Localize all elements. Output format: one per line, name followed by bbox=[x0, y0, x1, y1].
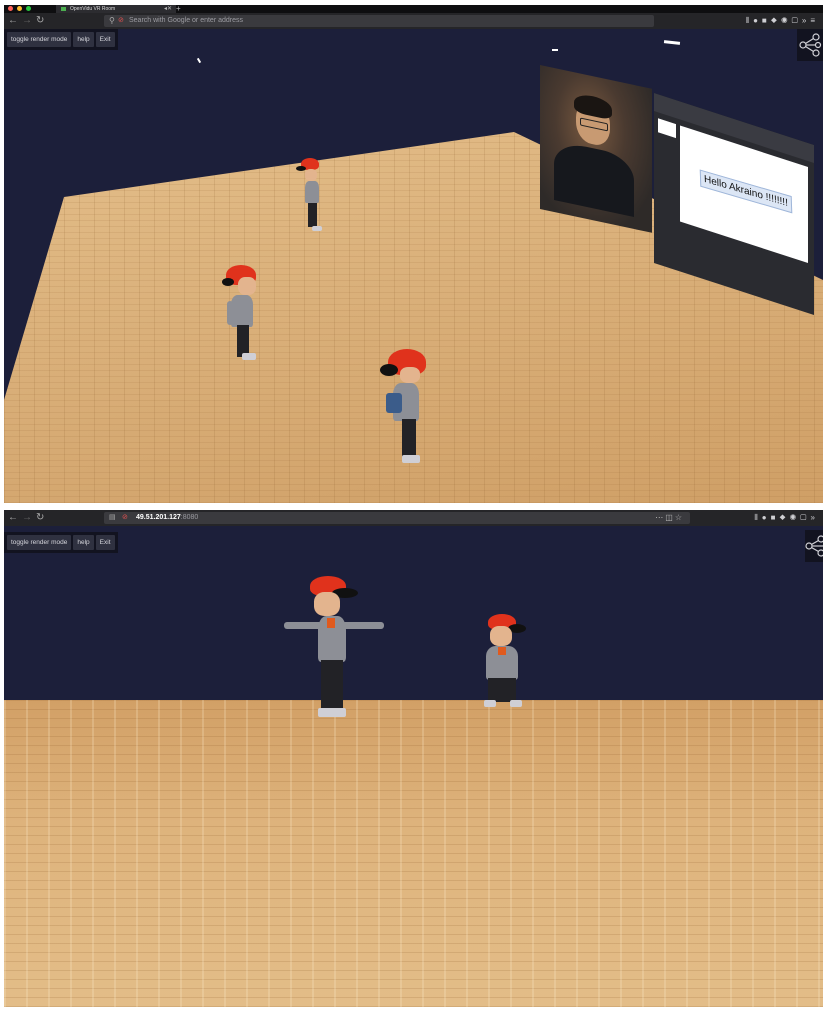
toggle-render-mode-button[interactable]: toggle render mode bbox=[7, 535, 72, 550]
overflow-icon[interactable]: » bbox=[811, 513, 819, 522]
webcam-video-panel bbox=[540, 65, 652, 233]
info-icon[interactable]: ● bbox=[753, 16, 762, 25]
avatar bbox=[478, 614, 534, 718]
avatar bbox=[376, 347, 436, 471]
tracking-shield-icon: ⊘ bbox=[122, 514, 128, 521]
wooden-floor bbox=[4, 700, 823, 1007]
avatar bbox=[296, 158, 326, 238]
avatar bbox=[218, 263, 268, 371]
share-network-icon bbox=[799, 33, 822, 57]
nav-bar: ← → ↻ ▤ ⊘ 49.51.201.127:8080 ⋯◫☆ ⫴●■◆◉▢» bbox=[4, 510, 823, 526]
browser-chrome: ← → ↻ ▤ ⊘ 49.51.201.127:8080 ⋯◫☆ ⫴●■◆◉▢» bbox=[4, 510, 823, 526]
floating-particle bbox=[196, 57, 202, 64]
chat-icon[interactable]: ▢ bbox=[791, 16, 801, 25]
toolbar-icons: ⫴●■◆◉▢» bbox=[754, 511, 819, 525]
zoom-window-button[interactable] bbox=[26, 6, 31, 11]
reload-icon[interactable]: ↻ bbox=[36, 511, 44, 525]
help-button[interactable]: help bbox=[73, 32, 94, 47]
nav-bar: ← → ↻ ⚲ ⊘ Search with Google or enter ad… bbox=[4, 13, 823, 29]
address-bar[interactable]: ▤ ⊘ 49.51.201.127:8080 ⋯◫☆ bbox=[104, 512, 690, 524]
info-icon[interactable]: ● bbox=[762, 513, 771, 522]
scene-button-bar: toggle render mode help Exit bbox=[4, 29, 118, 50]
back-icon[interactable]: ← bbox=[8, 511, 18, 525]
tab-close-icon[interactable]: ◂✕ bbox=[164, 5, 172, 13]
back-icon[interactable]: ← bbox=[8, 14, 18, 28]
extension-icon[interactable]: ◆ bbox=[779, 513, 789, 522]
toolbar-icons: ⫴●■◆◉▢»≡ bbox=[746, 14, 819, 28]
scene-button-bar: toggle render mode help Exit bbox=[4, 532, 118, 553]
browser-chrome: OpenVidu VR Room ◂✕ + ← → ↻ ⚲ ⊘ Search w… bbox=[4, 5, 823, 29]
address-bar[interactable]: ⚲ ⊘ Search with Google or enter address bbox=[104, 15, 654, 27]
slide-text: Hello Akraino !!!!!!!! bbox=[699, 169, 793, 214]
tracking-shield-icon: ⊘ bbox=[118, 17, 124, 24]
page-actions-icons[interactable]: ⋯◫☆ bbox=[655, 512, 684, 524]
floating-particle bbox=[552, 49, 558, 51]
share-network-icon bbox=[805, 535, 823, 557]
slide-thumbnail bbox=[658, 118, 676, 139]
url-host: 49.51.201.127 bbox=[136, 514, 181, 521]
tab-strip: OpenVidu VR Room ◂✕ + bbox=[4, 5, 823, 13]
reload-icon[interactable]: ↻ bbox=[36, 14, 44, 28]
profile-icon[interactable]: ◉ bbox=[790, 513, 800, 522]
search-icon: ⚲ bbox=[109, 16, 115, 25]
site-info-icon: ▤ bbox=[109, 514, 116, 521]
avatar bbox=[280, 576, 388, 726]
share-network-button[interactable] bbox=[797, 29, 823, 61]
help-button[interactable]: help bbox=[73, 535, 94, 550]
close-window-button[interactable] bbox=[8, 6, 13, 11]
tab-title: OpenVidu VR Room bbox=[70, 6, 116, 12]
minimize-window-button[interactable] bbox=[17, 6, 22, 11]
forward-icon[interactable]: → bbox=[22, 511, 32, 525]
profile-icon[interactable]: ◉ bbox=[781, 16, 791, 25]
exit-button[interactable]: Exit bbox=[95, 535, 115, 550]
toggle-render-mode-button[interactable]: toggle render mode bbox=[7, 32, 72, 47]
chat-icon[interactable]: ▢ bbox=[800, 513, 810, 522]
url-port: :8080 bbox=[180, 514, 199, 521]
new-tab-button[interactable]: + bbox=[176, 5, 181, 13]
address-placeholder: Search with Google or enter address bbox=[129, 17, 244, 24]
share-network-button[interactable] bbox=[805, 530, 823, 562]
browser-tab[interactable]: OpenVidu VR Room ◂✕ bbox=[56, 5, 176, 13]
reader-icon[interactable]: ■ bbox=[762, 16, 771, 25]
library-icon[interactable]: ⫴ bbox=[746, 16, 753, 25]
forward-icon[interactable]: → bbox=[22, 14, 32, 28]
extension-icon[interactable]: ◆ bbox=[771, 16, 781, 25]
floating-particle bbox=[663, 40, 681, 45]
exit-button[interactable]: Exit bbox=[95, 32, 115, 47]
library-icon[interactable]: ⫴ bbox=[754, 513, 761, 522]
tab-favicon-icon bbox=[61, 7, 66, 11]
menu-icon[interactable]: ≡ bbox=[810, 16, 819, 25]
screenshot-bottom: toggle render mode help Exit ← → ↻ ▤ ⊘ 4… bbox=[4, 510, 823, 1007]
screenshot-top: Hello Akraino !!!!!!!! toggle render mod… bbox=[4, 5, 823, 503]
